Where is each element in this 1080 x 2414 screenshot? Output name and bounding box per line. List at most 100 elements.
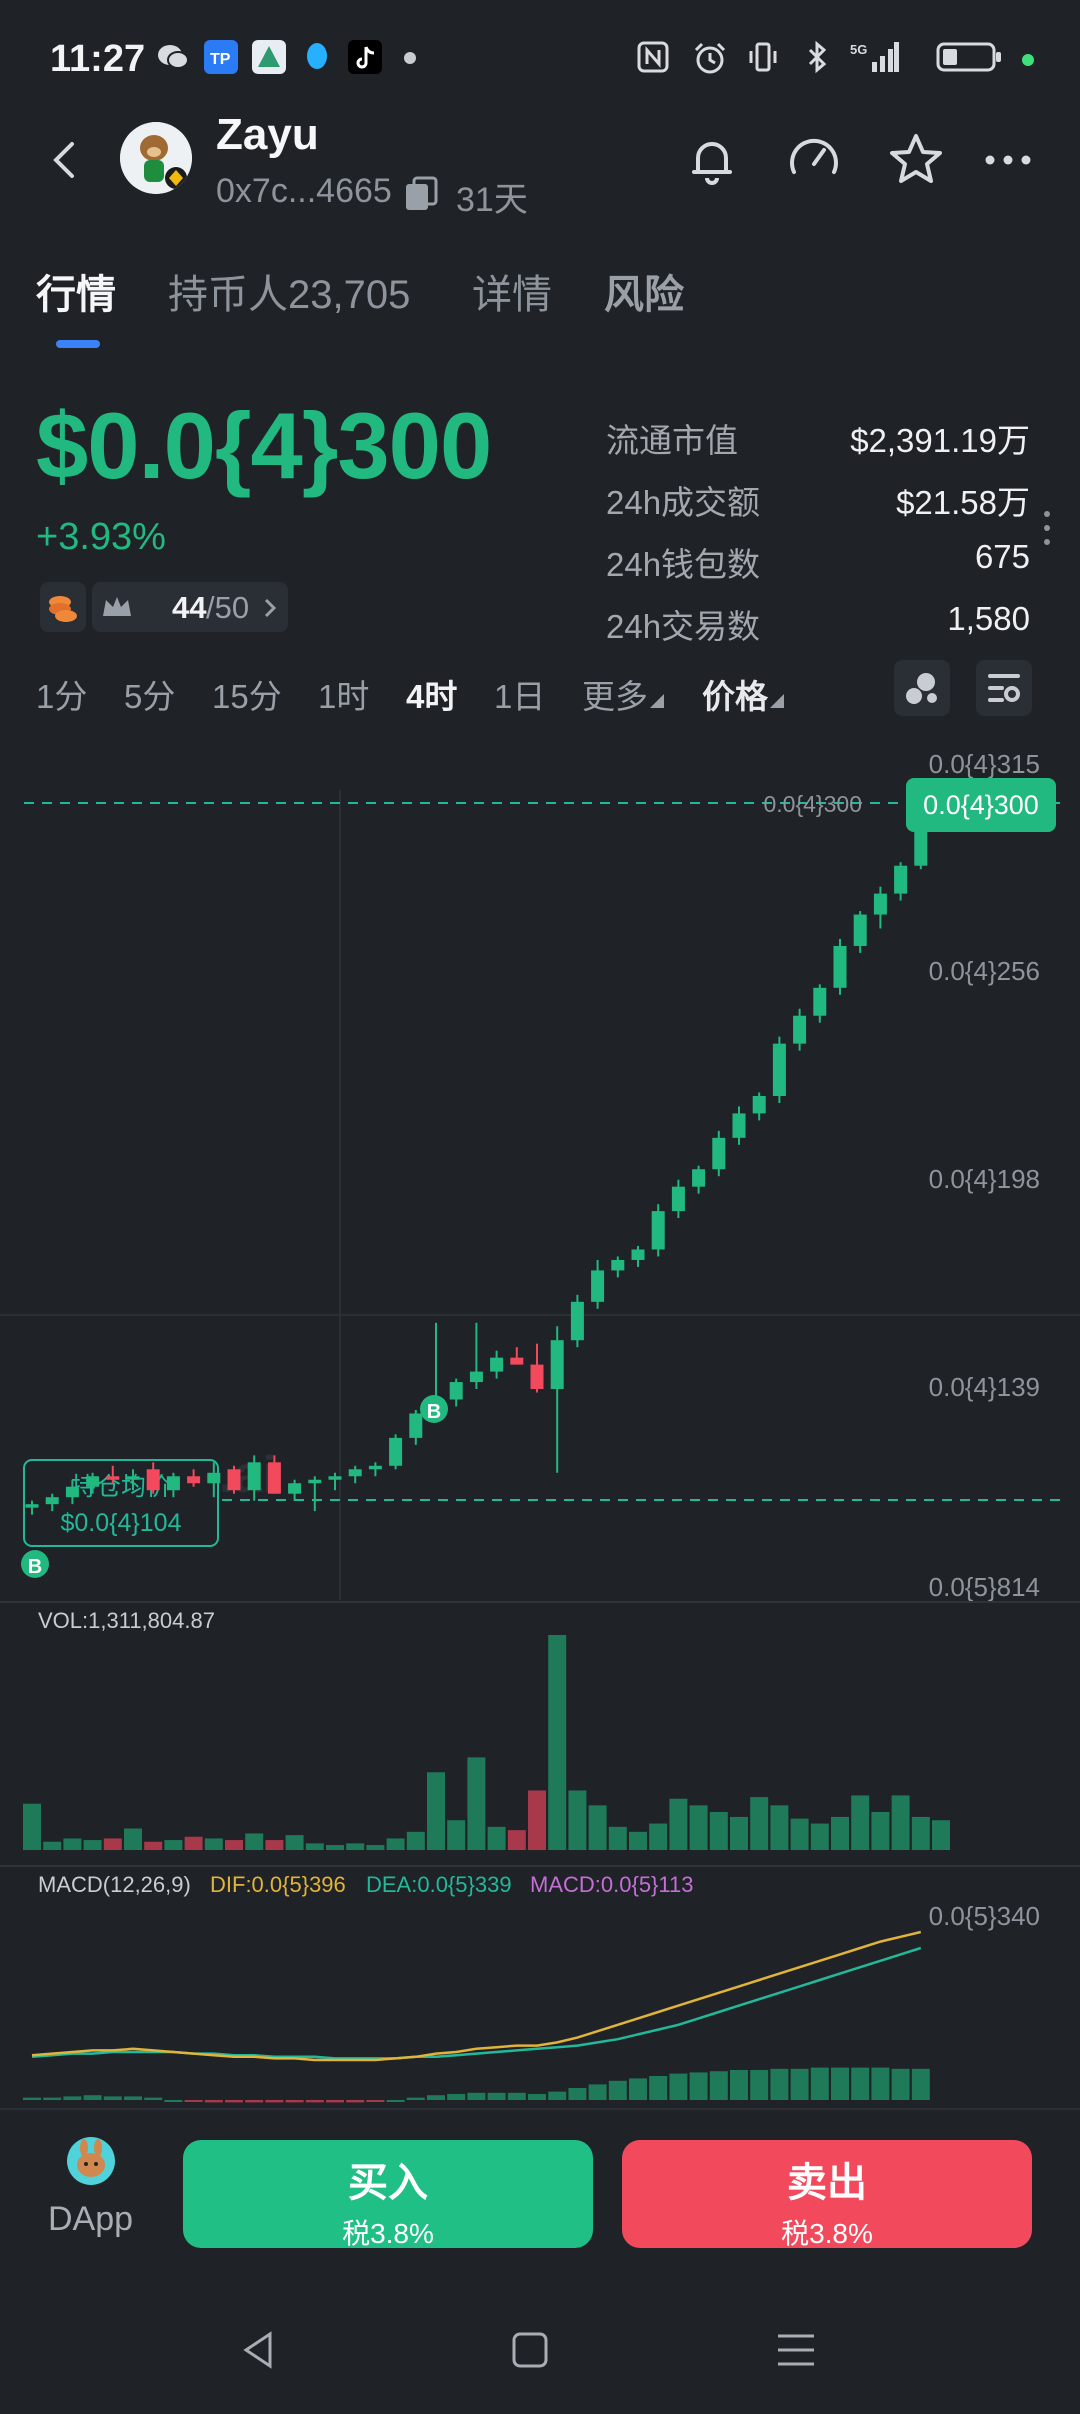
macd-bar: [810, 2067, 829, 2100]
volume-bar: [588, 1805, 607, 1850]
price-toggle[interactable]: 价格: [702, 670, 784, 718]
sell-button[interactable]: 卖出 税3.8%: [622, 2140, 1032, 2249]
top-rank-badge[interactable]: 44 /50: [92, 582, 288, 632]
volume-bar: [608, 1826, 627, 1850]
candle-body: [712, 1137, 726, 1170]
volume-bar: [184, 1836, 203, 1850]
candle-body: [732, 1113, 746, 1138]
volume-bar: [629, 1831, 647, 1850]
indicator-toggle-icon[interactable]: [894, 660, 950, 716]
more-dots-icon[interactable]: [978, 130, 1038, 190]
pancake-icon[interactable]: [66, 2136, 116, 2186]
volume-bar: [810, 1823, 829, 1850]
svg-text:TP: TP: [210, 51, 231, 68]
stats-more-icon[interactable]: [1040, 508, 1054, 548]
crown-icon: [103, 597, 131, 616]
volume-bar: [709, 1811, 728, 1850]
star-icon[interactable]: [886, 130, 946, 190]
candle-body: [692, 1169, 706, 1187]
interval-4h[interactable]: 4时: [406, 670, 457, 718]
candle-body: [106, 1476, 120, 1480]
gauge-icon[interactable]: [784, 130, 844, 190]
candle-body: [853, 914, 867, 946]
volume-bar: [63, 1838, 82, 1850]
signal-5g-icon: 5G: [850, 40, 900, 74]
volume-bar: [386, 1838, 405, 1850]
volume-bar: [568, 1790, 587, 1850]
candle-body: [166, 1476, 180, 1491]
macd-bar: [507, 2092, 526, 2100]
token-name: Zayu: [216, 110, 319, 159]
interval-1d[interactable]: 1日: [494, 670, 545, 718]
macd-bar: [124, 2096, 142, 2100]
macd-bar: [285, 2100, 304, 2103]
interval-1h[interactable]: 1时: [318, 670, 369, 718]
current-price: $0.0{4}300: [36, 393, 492, 498]
battery-icon: [936, 40, 1004, 74]
macd-bar: [851, 2067, 870, 2100]
y-tick-label: 0.0{4}198: [929, 1164, 1040, 1194]
buy-button[interactable]: 买入 税3.8%: [183, 2140, 593, 2249]
current-price-tag-text: 0.0{4}300: [923, 790, 1039, 820]
stat-label-wallets: 24h钱包数: [606, 546, 761, 583]
volume-bar: [831, 1816, 849, 1850]
volume-bar: [144, 1841, 163, 1850]
macd-bar: [63, 2096, 82, 2100]
candle-body: [772, 1043, 786, 1096]
nav-back-icon[interactable]: [230, 2320, 290, 2380]
interval-15m[interactable]: 15分: [212, 670, 282, 718]
coins-icon: [40, 582, 86, 632]
copy-icon[interactable]: [402, 174, 442, 214]
price-chart[interactable]: e.ai 0.0{4}315 0.0{4}256 0.0{4}198 0.0{4…: [0, 730, 1080, 2110]
candle-body: [449, 1382, 463, 1400]
macd-bar: [83, 2095, 102, 2100]
contract-address[interactable]: 0x7c...4665: [216, 172, 392, 211]
status-bar: 11:27 TP 5G: [0, 0, 1080, 120]
stat-label-mcap: 流通市值: [606, 422, 738, 459]
candle-body: [671, 1186, 685, 1212]
nav-home-icon[interactable]: [500, 2320, 560, 2380]
candle-body: [570, 1301, 584, 1341]
rank-total: /50: [206, 590, 250, 625]
volume-bar: [548, 1635, 567, 1850]
back-arrow-icon[interactable]: [44, 130, 84, 190]
macd-bar: [669, 2073, 688, 2100]
candle-body: [146, 1469, 160, 1491]
volume-bar: [528, 1790, 546, 1850]
volume-bar: [245, 1833, 264, 1850]
tab-market[interactable]: 行情: [36, 262, 116, 320]
volume-bar: [790, 1818, 809, 1850]
tab-holders[interactable]: 持币人23,705: [168, 262, 410, 320]
candle-body: [490, 1357, 504, 1372]
volume-bar: [366, 1845, 385, 1850]
dapp-label[interactable]: DApp: [48, 2200, 133, 2239]
nav-menu-icon[interactable]: [766, 2320, 826, 2380]
interval-more[interactable]: 更多: [582, 670, 664, 718]
charging-dot: [1022, 54, 1034, 66]
volume-bar: [467, 1757, 486, 1850]
macd-bar: [23, 2097, 41, 2100]
interval-1m[interactable]: 1分: [36, 670, 87, 718]
interval-5m[interactable]: 5分: [124, 670, 175, 718]
volume-bar: [689, 1805, 708, 1850]
chart-settings-icon[interactable]: [976, 660, 1032, 716]
macd-bar: [366, 2100, 385, 2102]
stat-label-txs: 24h交易数: [606, 608, 761, 645]
volume-bar: [891, 1795, 910, 1850]
volume-bar: [669, 1798, 688, 1850]
buy-marker[interactable]: B: [21, 1550, 49, 1578]
tab-details[interactable]: 详情: [472, 262, 552, 320]
candle-body: [267, 1462, 281, 1494]
bell-icon[interactable]: [682, 130, 742, 190]
candle-body: [469, 1371, 483, 1383]
volume-bar: [265, 1840, 284, 1850]
macd-bar: [548, 2091, 567, 2100]
candle-body: [833, 945, 847, 988]
interval-more-label: 更多: [582, 678, 648, 715]
tab-risk[interactable]: 风险: [604, 262, 684, 320]
buy-marker-label: B: [427, 1401, 441, 1423]
macd-bar: [43, 2097, 62, 2100]
volume-bar: [103, 1838, 122, 1850]
candle-body: [126, 1476, 140, 1480]
buy-marker[interactable]: B: [420, 1395, 448, 1423]
